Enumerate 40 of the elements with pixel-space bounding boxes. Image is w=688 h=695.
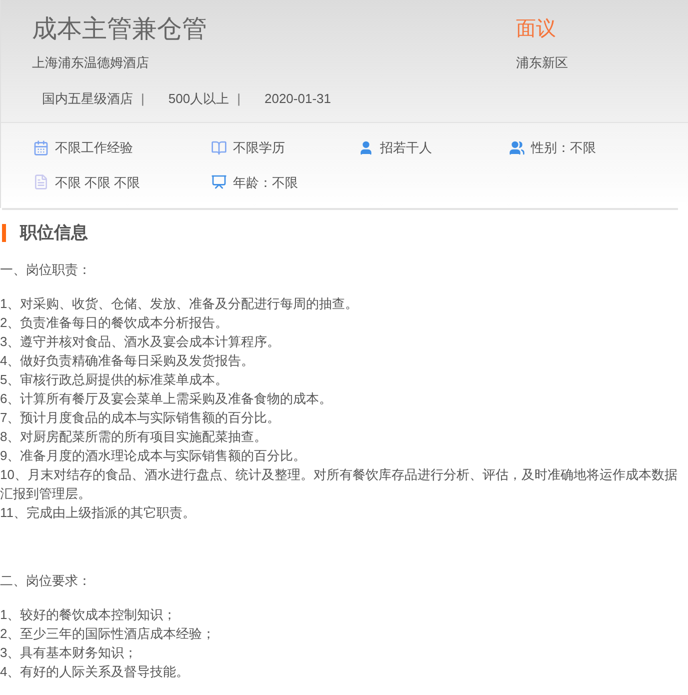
section-title: 职位信息 (20, 222, 88, 244)
list-item: 5、审核行政总厨提供的标准菜单成本。 (0, 370, 230, 388)
separator: | (237, 90, 240, 108)
job-attribute: 不限 不限 不限 (55, 174, 140, 192)
section-marker (2, 224, 6, 242)
calendar-icon (33, 140, 49, 156)
job-attribute: 不限学历 (233, 139, 285, 157)
list-item: 1、较好的餐饮成本控制知识； (0, 606, 178, 624)
list-item: 2、至少三年的国际性酒店成本经验； (0, 624, 216, 642)
list-item: 10、月末对结存的食品、酒水进行盘点、统计及整理。对所有餐饮库存品进行分析、评估，及时准确地将运作成本数据汇报到管理层。 (0, 466, 678, 502)
list-item: 4、做好负责精确准备每日采购及发货报告。 (0, 352, 256, 370)
document-icon (33, 174, 49, 190)
list-item: 7、预计月度食品的成本与实际销售额的百分比。 (0, 408, 282, 426)
location: 浦东新区 (516, 54, 568, 72)
company-info: 国内五星级酒店 (42, 90, 133, 108)
job-attribute: 招若干人 (380, 139, 432, 157)
block-heading: 二、岗位要求： (0, 572, 92, 590)
list-item: 9、准备月度的酒水理论成本与实际销售额的百分比。 (0, 446, 308, 464)
separator: | (141, 90, 144, 108)
job-attribute: 不限工作经验 (55, 139, 133, 157)
salary: 面议 (516, 17, 557, 42)
company-name: 上海浦东温德姆酒店 (32, 54, 150, 72)
block-heading: 一、岗位职责： (0, 260, 92, 278)
job-attribute: 年龄：不限 (233, 174, 298, 192)
job-attribute: 性别：不限 (531, 139, 596, 157)
chart-board-icon (211, 174, 227, 190)
list-item: 8、对厨房配菜所需的所有项目实施配菜抽查。 (0, 428, 268, 446)
list-item: 2、负责准备每日的餐饮成本分析报告。 (0, 314, 230, 332)
company-info: 2020-01-31 (264, 90, 331, 108)
list-item: 4、有好的人际关系及督导技能。 (0, 662, 190, 680)
list-item: 1、对采购、收货、仓储、发放、准备及分配进行每周的抽查。 (0, 294, 360, 312)
job-title: 成本主管兼仓管 (32, 14, 208, 44)
company-info: 500人以上 (168, 90, 230, 108)
list-item: 3、遵守并核对食品、酒水及宴会成本计算程序。 (0, 332, 282, 350)
list-item: 3、具有基本财务知识； (0, 644, 138, 662)
list-item: 6、计算所有餐厅及宴会菜单上需采购及准备食物的成本。 (0, 390, 334, 408)
list-item: 11、完成由上级指派的其它职责。 (0, 504, 196, 522)
people-icon (509, 140, 525, 156)
person-icon (358, 140, 374, 156)
book-icon (211, 140, 227, 156)
